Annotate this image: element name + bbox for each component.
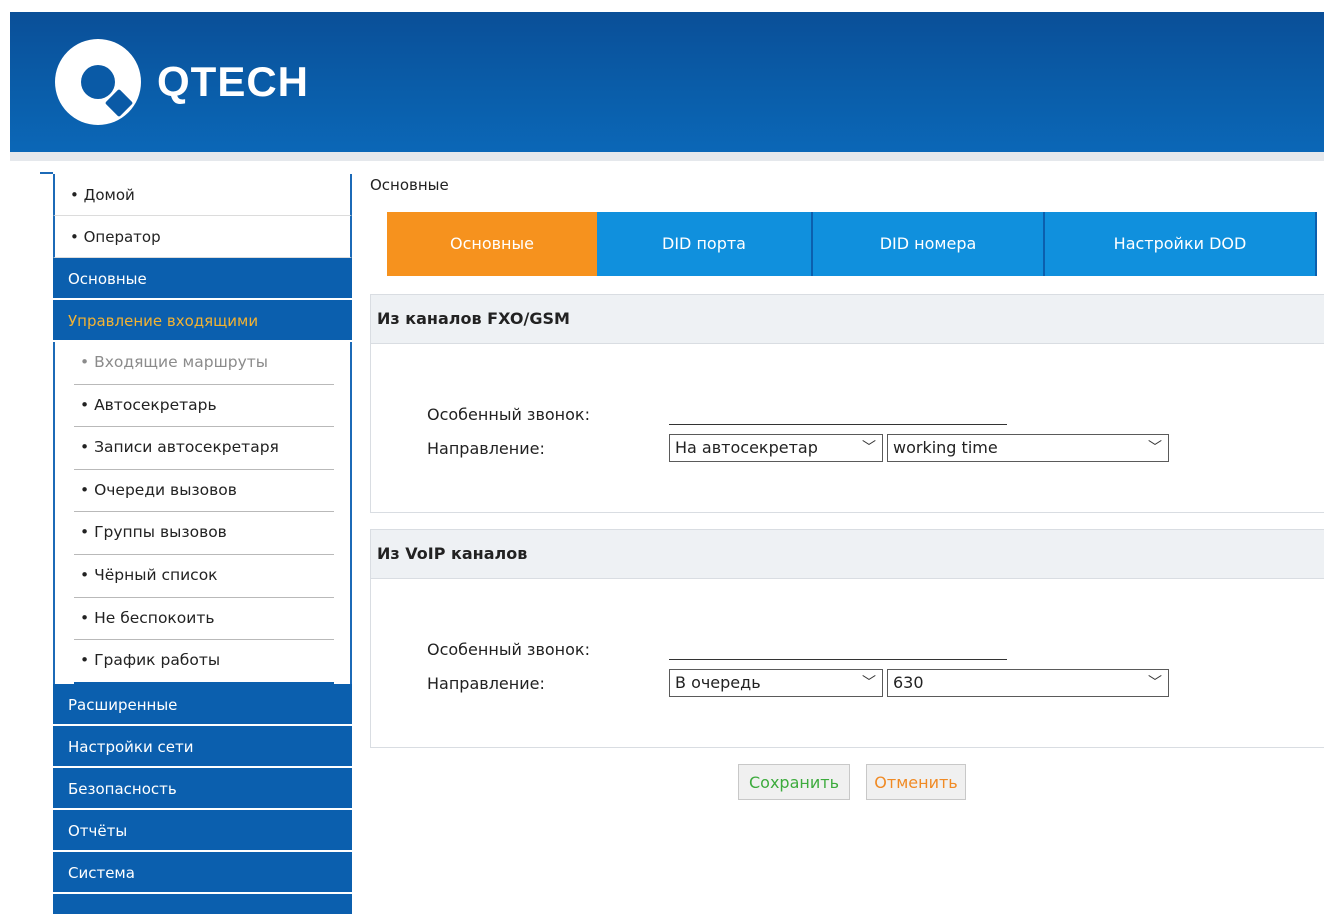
brand-name: QTECH — [157, 58, 309, 105]
main-content: Основные Основные DID порта DID номера Н… — [370, 172, 1324, 800]
sidebar-section-security[interactable]: Безопасность — [53, 767, 352, 810]
chevron-down-icon: ﹀ — [862, 440, 876, 456]
sidebar-item-call-queues[interactable]: • Очереди вызовов — [74, 470, 334, 513]
direction-type-select[interactable]: На автосекретар ﹀ — [669, 434, 883, 462]
tab-dod-settings[interactable]: Настройки DOD — [1045, 212, 1317, 276]
chevron-down-icon: ﹀ — [862, 675, 876, 691]
direction-field-row: Направление: На автосекретар ﹀ working t… — [427, 433, 1169, 463]
direction-target-value: working time — [893, 438, 998, 457]
tab-bar: Основные DID порта DID номера Настройки … — [387, 212, 1317, 276]
sidebar-item-autoattendant-records[interactable]: • Записи автосекретаря — [74, 427, 334, 470]
sidebar-item-home[interactable]: • Домой — [53, 174, 352, 216]
chevron-down-icon: ﹀ — [1148, 440, 1162, 456]
sidebar-item-call-groups[interactable]: • Группы вызовов — [74, 512, 334, 555]
ring-field-row: Особенный звонок: — [427, 634, 1007, 664]
direction-target-select[interactable]: 630 ﹀ — [887, 669, 1169, 697]
brand-logo[interactable]: QTECH — [55, 39, 309, 125]
tab-basic[interactable]: Основные — [387, 212, 597, 276]
sidebar-section-advanced[interactable]: Расширенные — [53, 683, 352, 726]
tab-did-port[interactable]: DID порта — [597, 212, 813, 276]
direction-target-value: 630 — [893, 673, 924, 692]
app-header: QTECH — [10, 12, 1324, 152]
page-title: Основные — [370, 176, 449, 194]
sidebar-item-do-not-disturb[interactable]: • Не беспокоить — [74, 598, 334, 641]
ring-input[interactable] — [669, 638, 1007, 660]
sidebar-section-next[interactable] — [53, 893, 352, 914]
sidebar-accent-line — [40, 172, 53, 174]
sidebar-item-work-schedule[interactable]: • График работы — [74, 640, 334, 684]
sidebar-section-basic[interactable]: Основные — [53, 258, 352, 300]
sidebar-submenu-incoming: • Входящие маршруты • Автосекретарь • За… — [53, 342, 352, 684]
sidebar-item-blacklist[interactable]: • Чёрный список — [74, 555, 334, 598]
header-divider — [10, 152, 1324, 161]
sidebar-section-incoming[interactable]: Управление входящими — [53, 300, 352, 342]
sidebar-section-network[interactable]: Настройки сети — [53, 725, 352, 768]
ring-label: Особенный звонок: — [427, 639, 590, 659]
direction-field-row: Направление: В очередь ﹀ 630 ﹀ — [427, 668, 1169, 698]
ring-label: Особенный звонок: — [427, 404, 590, 424]
direction-type-select[interactable]: В очередь ﹀ — [669, 669, 883, 697]
sidebar-nav: • Домой • Оператор Основные Управление в… — [53, 174, 352, 914]
direction-label: Направление: — [427, 438, 545, 458]
direction-target-select[interactable]: working time ﹀ — [887, 434, 1169, 462]
cancel-button[interactable]: Отменить — [866, 764, 966, 800]
panel-fxo-gsm: Из каналов FXO/GSM Особенный звонок: Нап… — [370, 294, 1324, 513]
ring-input[interactable] — [669, 403, 1007, 425]
panel-voip: Из VoIP каналов Особенный звонок: Направ… — [370, 529, 1324, 748]
direction-label: Направление: — [427, 673, 545, 693]
qtech-logo-icon — [55, 39, 141, 125]
sidebar-section-reports[interactable]: Отчёты — [53, 809, 352, 852]
tab-did-number[interactable]: DID номера — [813, 212, 1045, 276]
sidebar-section-system[interactable]: Система — [53, 851, 352, 894]
panel-title: Из VoIP каналов — [371, 530, 1324, 579]
sidebar-item-incoming-routes[interactable]: • Входящие маршруты — [74, 342, 334, 385]
form-actions: Сохранить Отменить — [738, 764, 966, 800]
ring-field-row: Особенный звонок: — [427, 399, 1007, 429]
panel-title: Из каналов FXO/GSM — [371, 295, 1324, 344]
sidebar-item-operator[interactable]: • Оператор — [53, 216, 352, 258]
direction-type-value: В очередь — [675, 673, 761, 692]
chevron-down-icon: ﹀ — [1148, 675, 1162, 691]
direction-type-value: На автосекретар — [675, 438, 818, 457]
save-button[interactable]: Сохранить — [738, 764, 850, 800]
sidebar-item-autoattendant[interactable]: • Автосекретарь — [74, 385, 334, 428]
